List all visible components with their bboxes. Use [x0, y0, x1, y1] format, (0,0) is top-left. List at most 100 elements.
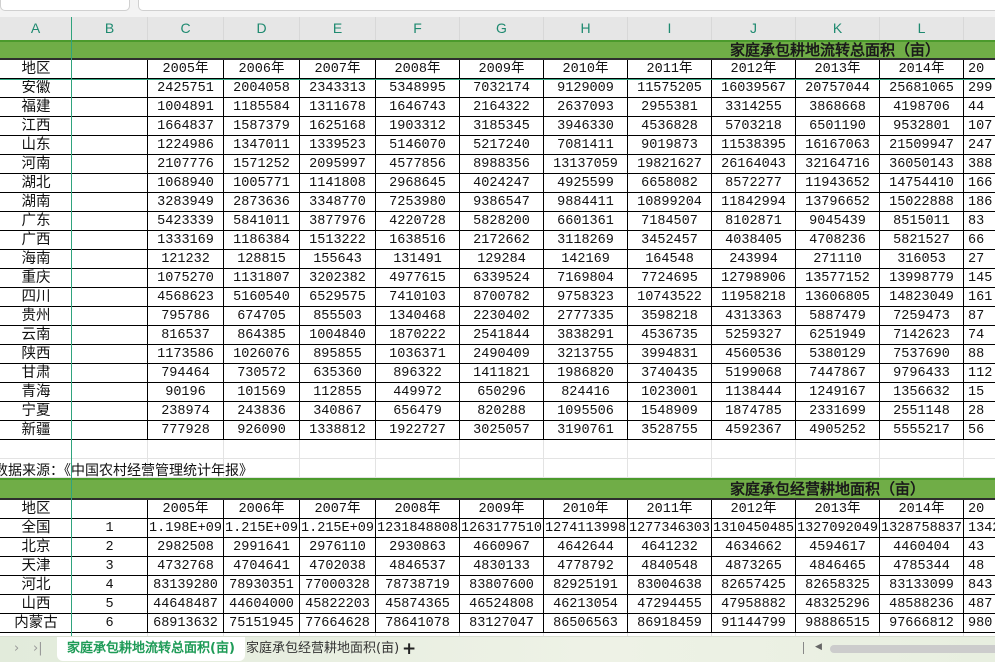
value-cell[interactable]: 98886515 [796, 614, 880, 633]
region-cell[interactable]: 山东 [0, 136, 72, 155]
empty-cell[interactable] [0, 440, 72, 459]
column-header-L[interactable]: L [880, 17, 964, 40]
value-cell[interactable]: 26164043 [712, 155, 796, 174]
value-cell[interactable]: 145 [964, 269, 995, 288]
value-cell[interactable]: 2014年 [880, 500, 964, 519]
value-cell[interactable]: 4568623 [148, 288, 224, 307]
value-cell[interactable]: 7447867 [796, 364, 880, 383]
value-cell[interactable]: 44648487 [148, 595, 224, 614]
index-cell[interactable] [72, 383, 148, 402]
value-cell[interactable]: 9129009 [544, 79, 628, 98]
empty-cell[interactable] [796, 459, 880, 478]
value-cell[interactable]: 3452457 [628, 231, 712, 250]
index-cell[interactable] [72, 193, 148, 212]
value-cell[interactable]: 2005年 [148, 500, 224, 519]
empty-cell[interactable] [628, 440, 712, 459]
region-cell[interactable]: 四川 [0, 288, 72, 307]
value-cell[interactable]: 4785344 [880, 557, 964, 576]
value-cell[interactable]: 4536735 [628, 326, 712, 345]
value-cell[interactable]: 2007年 [300, 500, 376, 519]
value-cell[interactable]: 1131807 [224, 269, 300, 288]
value-cell[interactable]: 4778792 [544, 557, 628, 576]
value-cell[interactable]: 4220728 [376, 212, 460, 231]
value-cell[interactable]: 2172662 [460, 231, 544, 250]
value-cell[interactable]: 2541844 [460, 326, 544, 345]
value-cell[interactable]: 1138444 [712, 383, 796, 402]
value-cell[interactable]: 164548 [628, 250, 712, 269]
value-cell[interactable]: 4592367 [712, 421, 796, 440]
value-cell[interactable]: 4198706 [880, 98, 964, 117]
region-cell[interactable]: 新疆 [0, 421, 72, 440]
value-cell[interactable]: 1026076 [224, 345, 300, 364]
value-cell[interactable]: 1274113998 [544, 519, 628, 538]
value-cell[interactable]: 1903312 [376, 117, 460, 136]
region-cell[interactable]: 内蒙古 [0, 614, 72, 633]
value-cell[interactable]: 1.215E+09 [224, 519, 300, 538]
region-cell[interactable]: 青海 [0, 383, 72, 402]
horizontal-scrollbar[interactable] [830, 645, 995, 653]
value-cell[interactable]: 3314255 [712, 98, 796, 117]
value-cell[interactable]: 4660967 [460, 538, 544, 557]
value-cell[interactable]: 43 [964, 538, 995, 557]
value-cell[interactable]: 4846537 [376, 557, 460, 576]
value-cell[interactable]: 14823049 [880, 288, 964, 307]
name-box[interactable] [0, 0, 130, 11]
value-cell[interactable]: 20757044 [796, 79, 880, 98]
value-cell[interactable]: 4634662 [712, 538, 796, 557]
value-cell[interactable]: 650296 [460, 383, 544, 402]
index-cell[interactable]: 4 [72, 576, 148, 595]
value-cell[interactable]: 86918459 [628, 614, 712, 633]
index-cell[interactable] [72, 326, 148, 345]
value-cell[interactable]: 16167063 [796, 136, 880, 155]
value-cell[interactable]: 3994831 [628, 345, 712, 364]
value-cell[interactable]: 155643 [300, 250, 376, 269]
value-cell[interactable]: 161 [964, 288, 995, 307]
value-cell[interactable]: 824416 [544, 383, 628, 402]
region-cell[interactable]: 重庆 [0, 269, 72, 288]
value-cell[interactable]: 46213054 [544, 595, 628, 614]
value-cell[interactable]: 166 [964, 174, 995, 193]
region-cell[interactable]: 北京 [0, 538, 72, 557]
value-cell[interactable]: 1095506 [544, 402, 628, 421]
next-sheet-icon[interactable]: › [14, 641, 19, 656]
value-cell[interactable]: 2230402 [460, 307, 544, 326]
value-cell[interactable]: 4977615 [376, 269, 460, 288]
last-sheet-icon[interactable]: ›| [33, 641, 43, 656]
value-cell[interactable]: 820288 [460, 402, 544, 421]
value-cell[interactable]: 4577856 [376, 155, 460, 174]
value-cell[interactable]: 2955381 [628, 98, 712, 117]
value-cell[interactable]: 129284 [460, 250, 544, 269]
value-cell[interactable]: 32164716 [796, 155, 880, 174]
value-cell[interactable]: 6601361 [544, 212, 628, 231]
value-cell[interactable]: 2010年 [544, 500, 628, 519]
value-cell[interactable]: 36050143 [880, 155, 964, 174]
value-cell[interactable]: 1004891 [148, 98, 224, 117]
value-cell[interactable]: 4702038 [300, 557, 376, 576]
value-cell[interactable]: 5199068 [712, 364, 796, 383]
value-cell[interactable]: 2551148 [880, 402, 964, 421]
value-cell[interactable]: 2095997 [300, 155, 376, 174]
value-cell[interactable]: 1356632 [880, 383, 964, 402]
value-cell[interactable]: 1587379 [224, 117, 300, 136]
value-cell[interactable]: 131491 [376, 250, 460, 269]
value-cell[interactable]: 142169 [544, 250, 628, 269]
index-cell[interactable]: 5 [72, 595, 148, 614]
value-cell[interactable]: 7081411 [544, 136, 628, 155]
index-cell[interactable] [72, 288, 148, 307]
value-cell[interactable]: 1664837 [148, 117, 224, 136]
value-cell[interactable]: 6339524 [460, 269, 544, 288]
value-cell[interactable]: 1327092049 [796, 519, 880, 538]
value-cell[interactable]: 2006年 [224, 60, 300, 79]
value-cell[interactable]: 5828200 [460, 212, 544, 231]
value-cell[interactable]: 895855 [300, 345, 376, 364]
value-cell[interactable]: 777928 [148, 421, 224, 440]
value-cell[interactable]: 1173586 [148, 345, 224, 364]
value-cell[interactable]: 45874365 [376, 595, 460, 614]
value-cell[interactable]: 20 [964, 500, 995, 519]
region-cell[interactable]: 甘肃 [0, 364, 72, 383]
value-cell[interactable]: 9386547 [460, 193, 544, 212]
empty-cell[interactable] [712, 459, 796, 478]
column-header-B[interactable]: B [72, 17, 148, 40]
value-cell[interactable]: 6501190 [796, 117, 880, 136]
sheet-grid[interactable]: 家庭承包耕地流转总面积（亩） 地区 2005年 2006年 2007年 2008年 2009… [0, 40, 995, 636]
